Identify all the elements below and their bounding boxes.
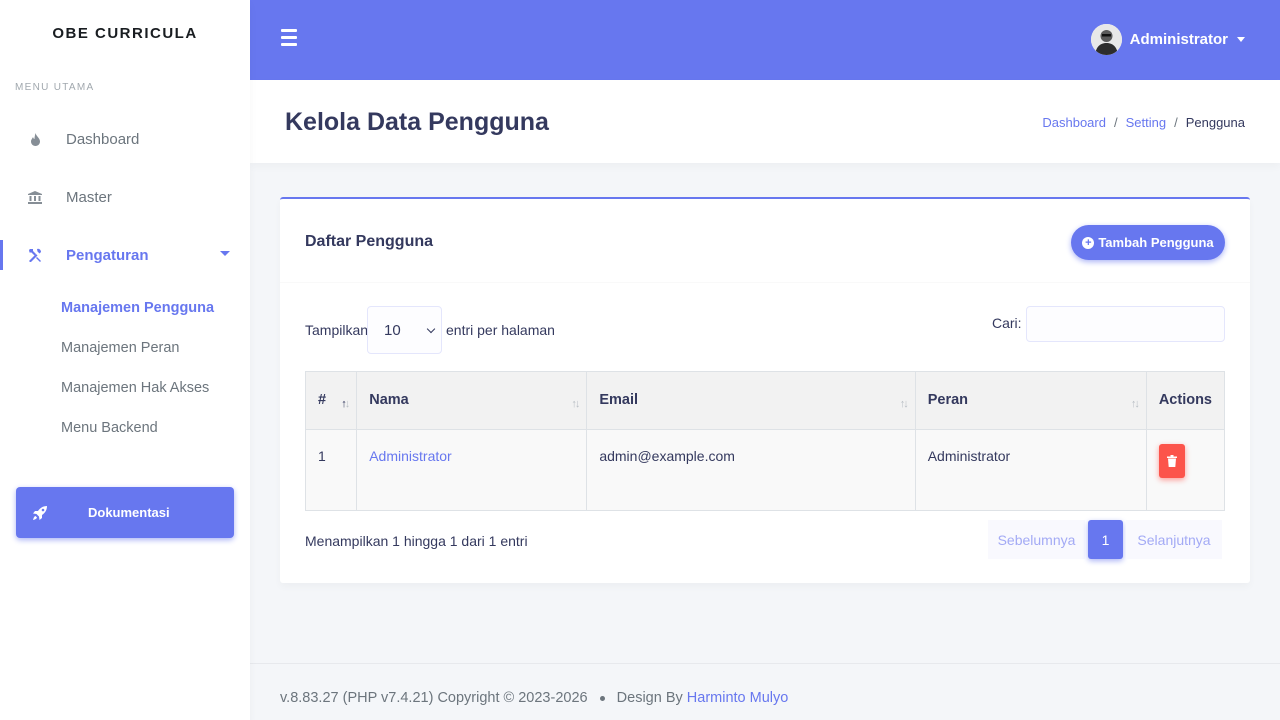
card-title: Daftar Pengguna [305, 233, 434, 250]
length-after-label: entri per halaman [446, 322, 555, 338]
submenu-pengaturan: Manajemen Pengguna Manajemen Peran Manaj… [0, 284, 250, 448]
breadcrumb-dashboard[interactable]: Dashboard [1042, 115, 1106, 130]
sidebar-item-label: Pengaturan [66, 246, 149, 264]
fire-icon [28, 132, 42, 146]
column-header-email[interactable]: Email ↑↓ [586, 372, 916, 429]
sort-icon: ↑↓ [1130, 398, 1140, 410]
documentation-button[interactable]: Dokumentasi [16, 487, 234, 538]
avatar [1090, 24, 1122, 55]
users-table: # ↑↓ Nama ↑↓ Email ↑↓ Peran ↑↓ Actions 1… [306, 372, 1224, 510]
breadcrumb-current: Pengguna [1185, 115, 1245, 130]
users-table-wrapper: # ↑↓ Nama ↑↓ Email ↑↓ Peran ↑↓ Actions 1… [305, 371, 1225, 511]
tools-icon [28, 248, 42, 262]
footer: v.8.83.27 (PHP v7.4.21) Copyright © 2023… [280, 690, 788, 706]
sort-icon: ↑↓ [571, 398, 580, 410]
footer-divider [250, 663, 1280, 664]
bank-icon [28, 190, 42, 204]
chevron-down-icon [220, 251, 230, 256]
breadcrumb-separator: / [1113, 115, 1118, 130]
sort-icon: ↑↓ [899, 398, 909, 410]
card-header: Daftar Pengguna + Tambah Pengguna [280, 199, 1250, 283]
column-header-number[interactable]: # ↑↓ [306, 372, 358, 429]
documentation-label: Dokumentasi [88, 505, 170, 520]
section-header: Kelola Data Pengguna Dashboard / Setting… [250, 80, 1280, 163]
footer-version: v.8.83.27 (PHP v7.4.21) Copyright © 2023… [280, 690, 588, 706]
rocket-icon [18, 505, 62, 521]
user-name: Administrator [1129, 31, 1228, 48]
footer-design-by: Design By [616, 690, 683, 706]
cell-email: admin@example.com [586, 429, 916, 510]
table-info: Menampilkan 1 hingga 1 dari 1 entri [305, 533, 528, 549]
pagination: Sebelumnya 1 Selanjutnya [988, 520, 1222, 559]
column-header-actions: Actions [1158, 392, 1212, 409]
breadcrumb-separator: / [1174, 115, 1178, 130]
submenu-item-manajemen-pengguna[interactable]: Manajemen Pengguna [0, 288, 250, 328]
menu-header: MENU UTAMA [15, 82, 95, 93]
sidebar: OBE CURRICULA MENU UTAMA Dashboard Maste… [0, 0, 250, 720]
column-header-nama[interactable]: Nama ↑↓ [356, 372, 588, 429]
cell-number: 1 [306, 429, 358, 510]
pagination-page-current[interactable]: 1 [1088, 520, 1123, 559]
length-label: Tampilkan [305, 322, 369, 338]
column-header-peran[interactable]: Peran ↑↓ [915, 372, 1147, 429]
search-input[interactable] [1026, 306, 1225, 342]
sidebar-item-dashboard[interactable]: Dashboard [0, 110, 250, 168]
brand-logo-text[interactable]: OBE CURRICULA [0, 0, 250, 66]
table-header-row: # ↑↓ Nama ↑↓ Email ↑↓ Peran ↑↓ Actions [306, 372, 1224, 429]
submenu-item-manajemen-peran[interactable]: Manajemen Peran [0, 328, 250, 368]
trash-icon [1166, 454, 1177, 467]
bullet-separator [599, 695, 605, 701]
submenu-item-manajemen-hak-akses[interactable]: Manajemen Hak Akses [0, 368, 250, 408]
cell-actions [1146, 429, 1224, 510]
breadcrumb-setting[interactable]: Setting [1126, 115, 1166, 130]
breadcrumb: Dashboard / Setting / Pengguna [1042, 115, 1245, 130]
submenu-item-menu-backend[interactable]: Menu Backend [0, 408, 250, 448]
hamburger-menu-icon[interactable] [281, 29, 297, 49]
chevron-down-icon [426, 324, 436, 334]
pagination-next[interactable]: Selanjutnya [1126, 520, 1222, 559]
sidebar-item-label: Master [66, 188, 112, 206]
sidebar-item-master[interactable]: Master [0, 168, 250, 226]
footer-author-link[interactable]: Harminto Mulyo [687, 690, 789, 706]
delete-button[interactable] [1158, 443, 1185, 478]
page-title: Kelola Data Pengguna [285, 108, 549, 136]
add-user-label: Tambah Pengguna [1098, 235, 1214, 250]
sidebar-item-label: Dashboard [66, 130, 140, 148]
entries-per-page-value: 10 [384, 321, 401, 339]
sidebar-item-pengaturan[interactable]: Pengaturan [0, 226, 250, 284]
entries-per-page-select[interactable]: 10 [367, 306, 442, 354]
sort-asc-icon: ↑↓ [341, 398, 350, 410]
cell-nama: Administrator [356, 429, 588, 510]
pagination-previous[interactable]: Sebelumnya [988, 520, 1085, 559]
users-card: Daftar Pengguna + Tambah Pengguna Tampil… [280, 197, 1250, 583]
caret-down-icon [1237, 37, 1245, 42]
add-user-button[interactable]: + Tambah Pengguna [1071, 225, 1225, 260]
plus-circle-icon: + [1082, 236, 1095, 249]
cell-peran: Administrator [915, 429, 1147, 510]
table-row: 1 Administrator admin@example.com Admini… [306, 429, 1224, 510]
user-dropdown[interactable]: Administrator [1090, 24, 1245, 55]
search-label: Cari: [992, 315, 1022, 331]
user-name-link[interactable]: Administrator [369, 448, 451, 464]
